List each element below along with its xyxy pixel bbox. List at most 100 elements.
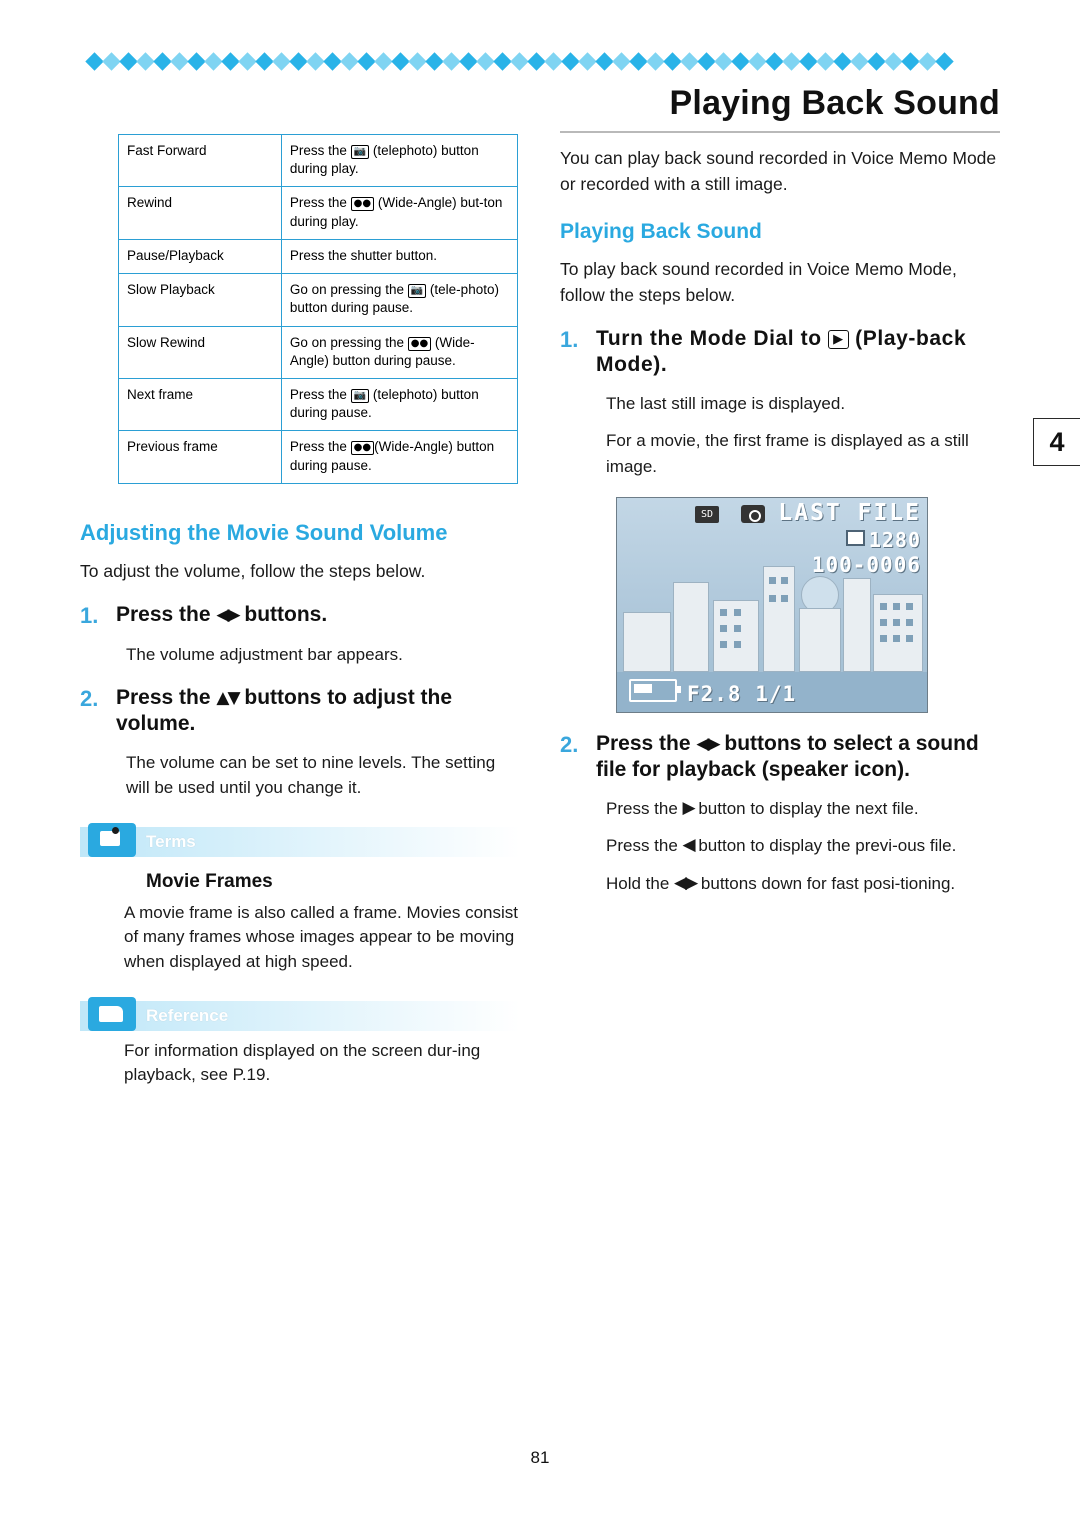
left-arrow-icon: ◀ (682, 835, 696, 855)
step-title-pre: Press the (116, 603, 217, 627)
table-cell-desc: Press the shutter button. (280, 238, 519, 275)
telephoto-button-icon: 📷 (407, 284, 427, 299)
lcd-window (734, 625, 741, 632)
sd-card-icon: SD (695, 506, 719, 523)
reference-body: For information displayed on the screen … (124, 1040, 481, 1085)
left-right-arrows-icon: ◀▶ (696, 734, 720, 754)
lcd-window (893, 603, 900, 610)
lcd-window (893, 635, 900, 642)
step-number: 1. (80, 603, 99, 629)
terms-label: Terms (146, 831, 196, 851)
lcd-window (734, 609, 741, 616)
section-intro-text: To adjust the volume, follow the steps b… (80, 560, 426, 581)
lcd-last-file-label: LAST FILE (778, 500, 921, 526)
up-down-arrows-icon: ▲▼ (216, 688, 240, 709)
camera-icon (741, 505, 765, 523)
table-cell-action: Previous frame (118, 430, 282, 484)
desc-pre: Go on pressing the (289, 282, 408, 298)
telephoto-button-icon: 📷 (350, 388, 370, 403)
desc-pre: Press the (289, 195, 351, 211)
table-cell-action: Next frame (118, 377, 282, 432)
step-2-body-line2: Press the ◀ button to display the previ-… (606, 833, 1000, 859)
step-2-body-line1: Press the ▶ button to display the next f… (606, 796, 1000, 822)
table-row: Fast Forward Press the 📷 (telephoto) but… (118, 133, 519, 188)
lcd-window (769, 595, 776, 602)
table-cell-action: Fast Forward (118, 133, 282, 188)
lcd-building (843, 578, 871, 672)
table-row: Slow Rewind Go on pressing the ●● (Wide-… (118, 325, 519, 379)
lcd-window (893, 619, 900, 626)
line3-pre: Hold the (606, 873, 675, 893)
wide-angle-button-icon: ●● (350, 197, 375, 212)
lcd-screen-illustration: SD LAST FILE 1280 100-0006 F2.8 1/1 (616, 497, 928, 713)
desc-pre: Go on pressing the (289, 334, 408, 350)
lcd-window (906, 603, 913, 610)
step-number: 2. (80, 686, 99, 712)
table-cell-desc: Press the ●● (Wide-Angle) but-ton during… (280, 186, 519, 240)
lcd-window (734, 641, 741, 648)
battery-fill (634, 684, 652, 693)
section-heading-adjusting-volume: Adjusting the Movie Sound Volume (80, 519, 448, 545)
lcd-building (623, 612, 671, 672)
step-2-select-sound-file: 2. Press the ◀▶ buttons to select a soun… (560, 731, 1000, 784)
lcd-window (769, 577, 776, 584)
terms-body: A movie frame is also called a frame. Mo… (124, 902, 518, 971)
reference-icon (88, 996, 136, 1031)
table-cell-desc: Press the 📷 (telephoto) button during pa… (280, 377, 519, 432)
lcd-file-number: 100-0006 (811, 553, 921, 577)
step-title-pre: Press the (116, 686, 217, 710)
wide-angle-button-icon: ●● (350, 441, 375, 456)
desc-pre: Press the (289, 386, 351, 402)
lcd-window (781, 595, 788, 602)
telephoto-button-icon: 📷 (350, 145, 370, 159)
step-title-pre: Turn the Mode Dial to (596, 327, 829, 350)
step-title-pre: Press the (596, 732, 697, 755)
step-number: 2. (560, 732, 579, 757)
step-1-press-buttons: 1. Press the ◀▶ buttons. (80, 602, 520, 630)
lcd-window (906, 619, 913, 626)
table-row: Previous frame Press the ●● (Wide-Angle) … (118, 430, 519, 484)
lcd-building (713, 600, 759, 672)
table-cell-desc: Go on pressing the 📷 (tele-photo) button… (280, 273, 519, 327)
section-intro-text: To play back sound recorded in Voice Mem… (560, 258, 957, 305)
table-cell-desc: Press the ●● (Wide-Angle) button during p… (280, 430, 519, 484)
table-cell-action: Slow Rewind (118, 325, 282, 379)
lcd-exif-values: F2.8 1/1 (687, 682, 797, 706)
desc-pre: Press the (289, 143, 351, 158)
terms-title: Movie Frames (146, 870, 273, 892)
step-number: 1. (560, 327, 579, 352)
table-cell-desc: Press the 📷 (telephoto) button during pl… (280, 133, 519, 188)
step-1-turn-mode-dial: 1. Turn the Mode Dial to ▶ (Play-back Mo… (560, 326, 1000, 379)
step-2-body-line3: Hold the ◀▶ buttons down for fast posi-t… (606, 871, 1000, 897)
page-title: Playing Back Sound (560, 84, 1000, 133)
lcd-window (880, 619, 887, 626)
line2-pre: Press the (606, 836, 683, 855)
page-intro-text: You can play back sound recorded in Voic… (560, 148, 997, 195)
desc-pre: Press the (289, 439, 351, 455)
left-column: Fast Forward Press the 📷 (telephoto) but… (80, 96, 520, 1088)
step-1-body-line1: The last still image is displayed. (606, 393, 846, 413)
right-column: Playing Back Sound You can play back sou… (560, 84, 1000, 896)
lcd-building (763, 566, 795, 672)
line3-post: buttons down for fast posi-tioning. (696, 873, 956, 893)
resolution-box-icon (845, 530, 865, 546)
right-arrow-icon: ▶ (682, 797, 696, 818)
resolution-value: 1280 (868, 528, 921, 552)
step-title: Press the ▲▼ buttons to adjust the volum… (116, 685, 520, 738)
step-title: Press the ◀▶ buttons. (116, 602, 327, 630)
line1-pre: Press the (606, 798, 683, 818)
table-cell-desc: Go on pressing the ●● (Wide-Angle) butto… (280, 325, 519, 379)
terms-callout-bar: Terms (80, 822, 520, 857)
left-right-arrows-icon: ◀▶ (674, 872, 698, 893)
section-heading-playing-back-sound: Playing Back Sound (560, 219, 762, 243)
table-row: Pause/Playback Press the shutter button. (118, 238, 519, 275)
step-title: Turn the Mode Dial to ▶ (Play-back Mode)… (596, 326, 1000, 379)
step-2-adjust-volume: 2. Press the ▲▼ buttons to adjust the vo… (80, 685, 520, 738)
decorative-diamond-band (85, 48, 998, 74)
diamond-icon (935, 51, 954, 71)
reference-callout-bar: Reference (80, 996, 520, 1031)
table-row: Rewind Press the ●● (Wide-Angle) but-ton… (118, 186, 519, 240)
wide-angle-button-icon: ●● (407, 336, 432, 351)
left-right-arrows-icon: ◀▶ (216, 605, 240, 626)
movie-playback-key-table: Fast Forward Press the 📷 (telephoto) but… (118, 133, 519, 484)
